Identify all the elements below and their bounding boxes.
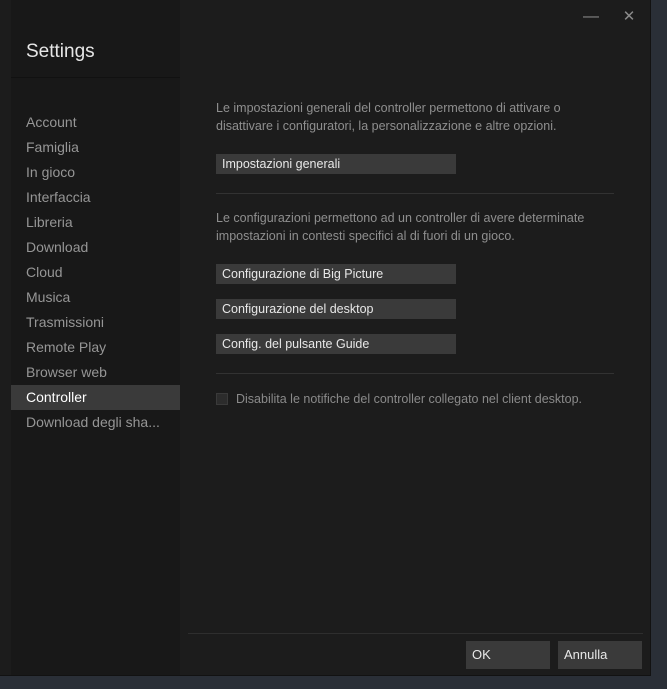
sidebar-item-libreria[interactable]: Libreria	[11, 210, 180, 235]
sidebar-item-download-shader[interactable]: Download degli sha...	[11, 410, 180, 435]
desktop-config-button[interactable]: Configurazione del desktop	[216, 299, 456, 319]
footer-divider	[188, 633, 643, 634]
section-divider	[216, 373, 614, 374]
settings-window: Settings Account Famiglia In gioco Inter…	[0, 0, 651, 676]
sidebar-nav: Account Famiglia In gioco Interfaccia Li…	[11, 110, 180, 435]
minimize-icon[interactable]: —	[580, 6, 602, 28]
sidebar-divider	[11, 77, 180, 78]
general-settings-button[interactable]: Impostazioni generali	[216, 154, 456, 174]
big-picture-config-button[interactable]: Configurazione di Big Picture	[216, 264, 456, 284]
section-divider	[216, 193, 614, 194]
close-icon[interactable]: ✕	[618, 6, 640, 28]
sidebar-item-controller[interactable]: Controller	[11, 385, 180, 410]
sidebar-item-musica[interactable]: Musica	[11, 285, 180, 310]
config-description: Le configurazioni permettono ad un contr…	[216, 211, 585, 243]
sidebar-item-cloud[interactable]: Cloud	[11, 260, 180, 285]
sidebar-item-account[interactable]: Account	[11, 110, 180, 135]
sidebar-item-download[interactable]: Download	[11, 235, 180, 260]
sidebar-title: Settings	[26, 41, 95, 62]
sidebar: Settings Account Famiglia In gioco Inter…	[11, 0, 180, 675]
general-description: Le impostazioni generali del controller …	[216, 101, 561, 133]
sidebar-item-famiglia[interactable]: Famiglia	[11, 135, 180, 160]
disable-notifications-checkbox[interactable]	[216, 393, 228, 405]
sidebar-item-browser-web[interactable]: Browser web	[11, 360, 180, 385]
sidebar-item-in-gioco[interactable]: In gioco	[11, 160, 180, 185]
guide-button-config-button[interactable]: Config. del pulsante Guide	[216, 334, 456, 354]
sidebar-item-interfaccia[interactable]: Interfaccia	[11, 185, 180, 210]
sidebar-item-remote-play[interactable]: Remote Play	[11, 335, 180, 360]
disable-notifications-row: Disabilita le notifiche del controller c…	[216, 391, 582, 407]
disable-notifications-label[interactable]: Disabilita le notifiche del controller c…	[236, 392, 582, 406]
ok-button[interactable]: OK	[466, 641, 550, 669]
cancel-button[interactable]: Annulla	[558, 641, 642, 669]
sidebar-item-trasmissioni[interactable]: Trasmissioni	[11, 310, 180, 335]
